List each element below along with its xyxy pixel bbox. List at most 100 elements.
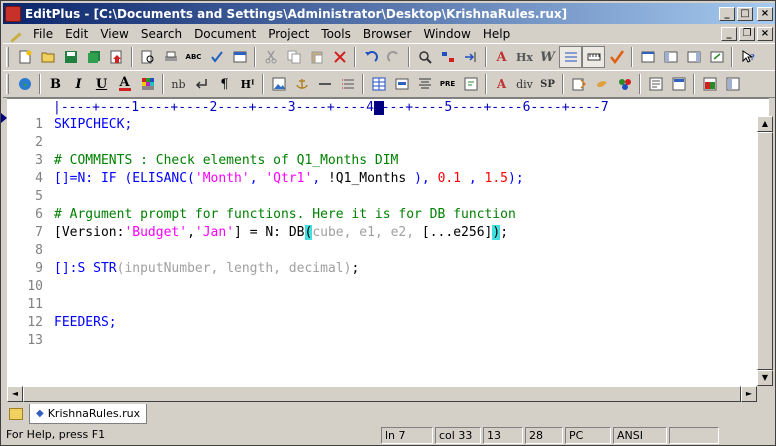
number-token: 0.1 [437,171,462,186]
menu-document[interactable]: Document [188,27,262,41]
code-line-4: []=N: IF (ELISANC('Month', 'Qtr1', !Q1_M… [54,170,524,188]
scroll-left-button[interactable]: ◄ [7,386,23,402]
horizontal-scroll-thumb[interactable] [23,386,741,402]
toolbar-grip[interactable] [6,74,9,94]
scroll-down-button[interactable]: ▼ [757,370,773,386]
cliptext-window-icon[interactable] [682,46,705,68]
menu-search[interactable]: Search [135,27,188,41]
menu-help[interactable]: Help [477,27,516,41]
mdi-restore-button[interactable]: ❐ [739,26,755,41]
div-button[interactable]: div [513,73,536,95]
menu-edit[interactable]: Edit [59,27,94,41]
toolbar-grip[interactable] [6,47,9,67]
heading-button[interactable]: Hᴵ [236,73,259,95]
title-bar: EditPlus - [C:\Documents and Settings\Ad… [3,3,775,24]
check-icon[interactable] [205,46,228,68]
mdi-close-button[interactable]: × [757,26,773,41]
object-icon[interactable] [613,73,636,95]
line-number: 12 [27,315,43,330]
menu-window[interactable]: Window [418,27,477,41]
scroll-right-button[interactable]: ► [741,386,757,402]
font-color-button[interactable]: A [113,73,136,95]
copy-icon[interactable] [282,46,305,68]
redo-icon[interactable] [382,46,405,68]
comment-tag-icon[interactable] [459,73,482,95]
list-icon[interactable] [336,73,359,95]
maximize-button[interactable]: □ [737,6,753,21]
paragraph-button[interactable]: ¶ [213,73,236,95]
color-picker-icon[interactable] [136,73,159,95]
menu-view[interactable]: View [94,27,134,41]
span-button[interactable]: SP [536,73,559,95]
view-source-icon[interactable] [644,73,667,95]
font-size-icon[interactable]: A [490,46,513,68]
token: , [249,171,266,186]
mdi-minimize-button[interactable]: _ [721,26,737,41]
horizontal-rule-icon[interactable] [313,73,336,95]
open-file-icon[interactable] [36,46,59,68]
table-icon[interactable] [367,73,390,95]
anchor-icon[interactable] [290,73,313,95]
folder-icon[interactable] [9,408,23,420]
number-token: 1.5 [484,171,509,186]
document-pencil-icon[interactable] [7,26,23,42]
close-button[interactable]: × [757,6,773,21]
goto-line-icon[interactable] [459,46,482,68]
browser-icon[interactable] [228,46,251,68]
horizontal-scrollbar[interactable]: ◄ ► [7,386,757,402]
ruler-icon[interactable] [582,46,605,68]
line-break-icon[interactable] [190,73,213,95]
html-toolbar-icon[interactable] [667,73,690,95]
font-tag-icon[interactable]: A [490,73,513,95]
replace-icon[interactable] [436,46,459,68]
menu-file[interactable]: File [27,27,59,41]
italic-button[interactable]: I [67,73,90,95]
menu-project[interactable]: Project [262,27,315,41]
fullscreen-icon[interactable] [705,46,728,68]
save-icon[interactable] [59,46,82,68]
spellcheck-tick-icon[interactable] [605,46,628,68]
output-window-icon[interactable] [636,46,659,68]
code-editor[interactable]: 1 2 3 4 5 6 7 8 9 10 11 12 13 SKIPCHECK;… [7,116,757,386]
hex-viewer-icon[interactable]: Hx [513,46,536,68]
script-icon[interactable] [590,73,613,95]
line-number-icon[interactable] [559,46,582,68]
ftp-upload-icon[interactable] [105,46,128,68]
bold-button[interactable]: B [44,73,67,95]
save-all-icon[interactable] [82,46,105,68]
new-file-icon[interactable] [13,46,36,68]
document-tab[interactable]: ◆ KrishnaRules.rux [29,404,148,424]
underline-button[interactable]: U [90,73,113,95]
line-number: 6 [35,207,43,222]
scroll-up-button[interactable]: ▲ [757,116,773,132]
vertical-scroll-thumb[interactable] [757,132,773,370]
directory-window-icon[interactable] [659,46,682,68]
css-editor-icon[interactable] [567,73,590,95]
nbsp-button[interactable]: nb [167,73,190,95]
print-icon[interactable] [159,46,182,68]
undo-icon[interactable] [359,46,382,68]
find-icon[interactable] [413,46,436,68]
image-icon[interactable] [267,73,290,95]
center-align-icon[interactable] [413,73,436,95]
form-icon[interactable] [390,73,413,95]
paste-icon[interactable] [305,46,328,68]
preview-icon[interactable] [698,73,721,95]
pre-button[interactable]: PRE [436,73,459,95]
delete-icon[interactable] [328,46,351,68]
cut-icon[interactable] [259,46,282,68]
app-icon[interactable] [5,5,21,22]
minimize-button[interactable]: _ [719,6,735,21]
vertical-scrollbar[interactable]: ▲ ▼ [757,116,773,386]
globe-icon[interactable] [13,73,36,95]
spellcheck-icon[interactable]: ABC [182,46,205,68]
menu-tools[interactable]: Tools [315,27,357,41]
menu-browser[interactable]: Browser [357,27,418,41]
token: ); [508,171,524,186]
toggle-panel-icon[interactable] [721,73,744,95]
word-wrap-icon[interactable]: W [536,46,559,68]
ruler-column-marker [374,101,384,115]
print-preview-icon[interactable] [136,46,159,68]
context-help-icon[interactable]: ? [736,46,759,68]
document-tab-bar: ◆ KrishnaRules.rux [3,403,775,425]
